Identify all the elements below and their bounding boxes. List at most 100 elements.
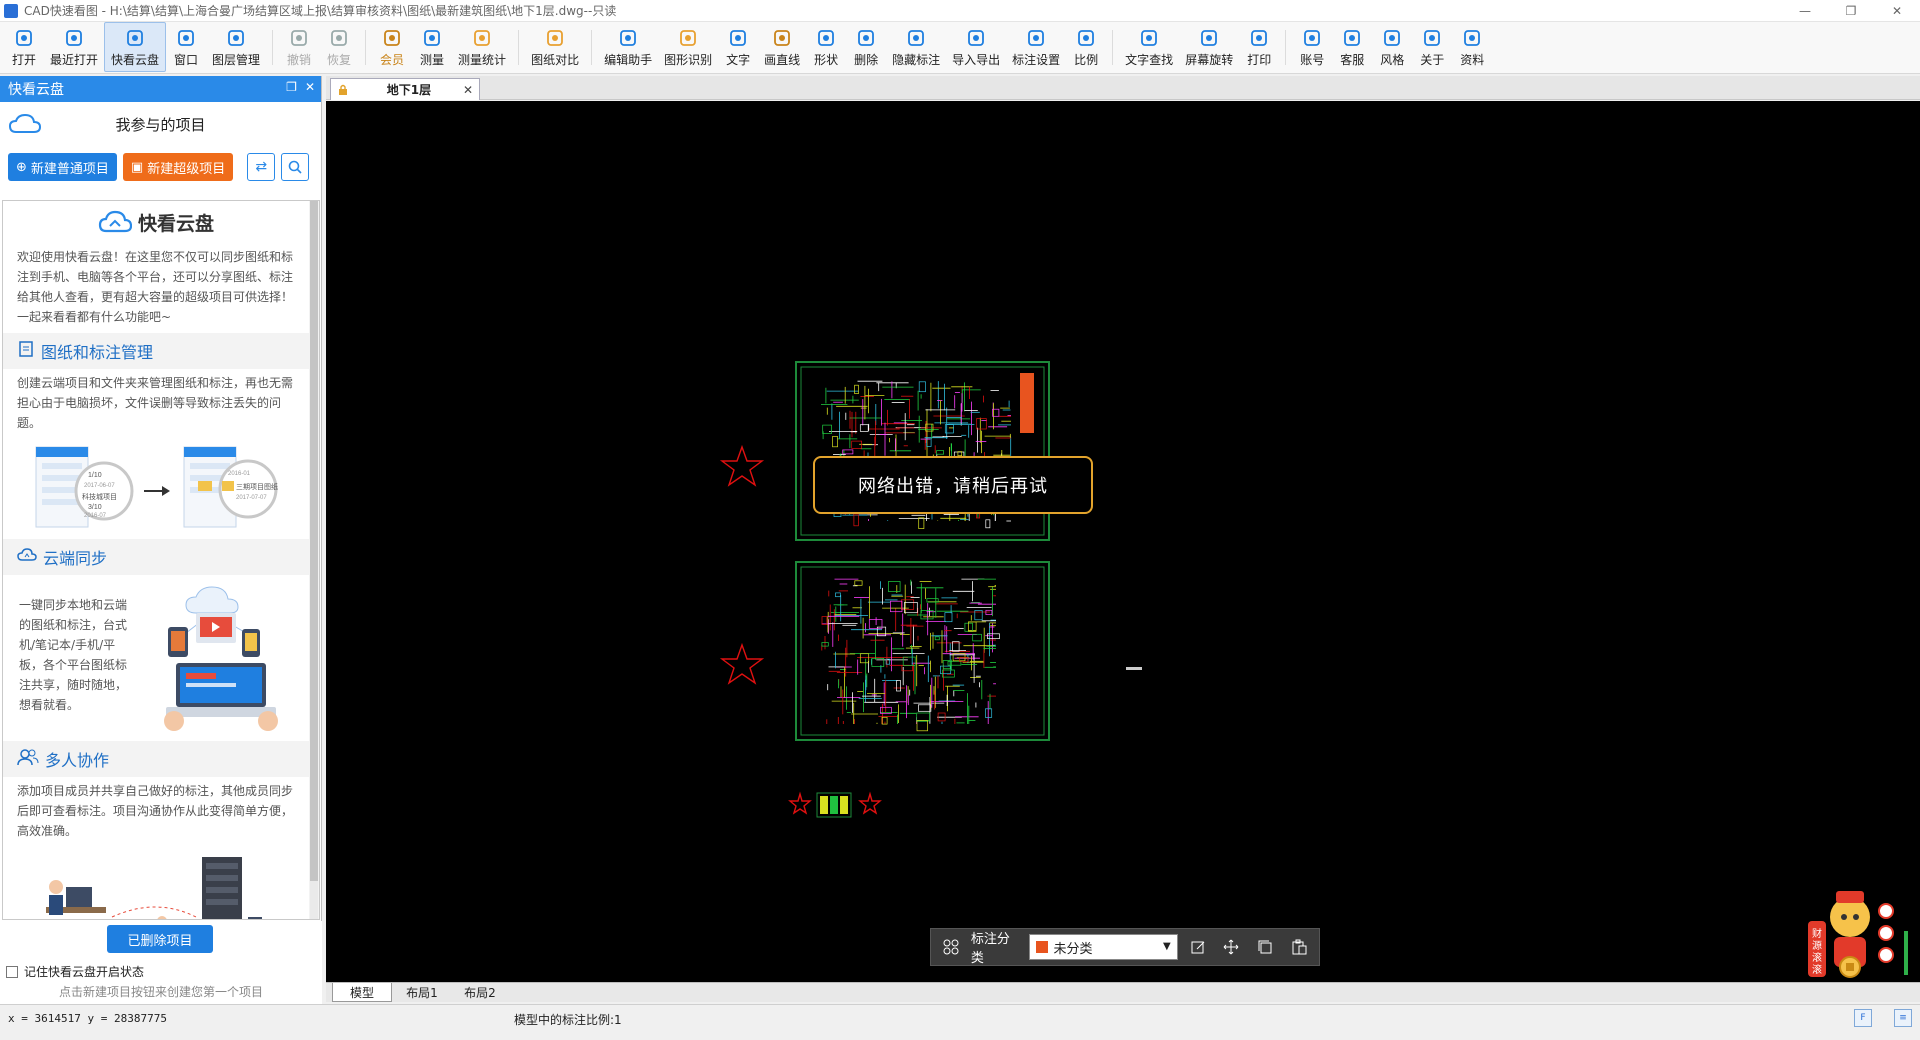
cloud-panel-scrollbar[interactable]: [310, 201, 318, 919]
toolbar-button-info[interactable]: 关于: [1412, 22, 1452, 72]
toolbar-button-shape[interactable]: 形状: [806, 22, 846, 72]
shape-recognition-icon: [677, 27, 699, 49]
toolbar-button-import-export[interactable]: 导入导出: [946, 22, 1006, 72]
collaboration-illustration: [3, 847, 309, 919]
toolbar-button-window[interactable]: 窗口: [166, 22, 206, 72]
small-label-mark: [1126, 667, 1142, 670]
close-icon[interactable]: ✕: [1874, 0, 1920, 22]
title-bar: CAD快速看图 - H:\结算\结算\上海合曼广场结算区域上报\结算审核资料\图…: [0, 0, 1920, 22]
toolbar-label: 形状: [814, 52, 839, 67]
toolbar-button-annotation-settings[interactable]: 标注设置: [1006, 22, 1066, 72]
toolbar-button-vip[interactable]: 会员: [372, 22, 412, 72]
illustration-label: 2016-07: [84, 513, 107, 519]
copy-icon[interactable]: [1251, 933, 1279, 961]
move-icon[interactable]: [1218, 933, 1246, 961]
materials-icon: [1461, 27, 1483, 49]
window-controls: — ❐ ✕: [1782, 0, 1920, 22]
restore-panel-icon[interactable]: ❐: [286, 80, 297, 94]
toolbar-button-style[interactable]: 风格: [1372, 22, 1412, 72]
toolbar-button-eraser[interactable]: 删除: [846, 22, 886, 72]
undo-icon: [288, 27, 310, 49]
scale-icon: [1075, 27, 1097, 49]
search-button[interactable]: [281, 153, 310, 181]
plus-circle-icon: ⊕: [16, 159, 27, 175]
toolbar-button-layers[interactable]: 图层管理: [206, 22, 266, 72]
remember-state-checkbox[interactable]: 记住快看云盘开启状态: [6, 963, 144, 980]
toolbar-separator: [591, 30, 593, 65]
cloud-brand-title: 快看云盘: [137, 212, 214, 235]
cloud-panel-header: 快看云盘 ❐ ✕: [0, 76, 321, 102]
projects-header[interactable]: 我参与的项目: [0, 102, 321, 146]
close-panel-icon[interactable]: ✕: [305, 80, 315, 94]
minimize-icon[interactable]: —: [1782, 0, 1828, 22]
layout-toggle-icon[interactable]: ≡: [1894, 1009, 1912, 1027]
create-project-hint: 点击新建项目按钮来创建您第一个项目: [58, 985, 263, 999]
paste-icon[interactable]: [1285, 933, 1313, 961]
cloud-intro-content[interactable]: 快看云盘 欢迎使用快看云盘！在这里您不仅可以同步图纸和标注到手机、电脑等各个平台…: [2, 200, 320, 920]
edit-assistant-icon: [617, 27, 639, 49]
tab-layout1[interactable]: 布局1: [394, 983, 450, 1002]
close-tab-icon[interactable]: ✕: [463, 83, 473, 97]
annotation-settings-icon: [1025, 27, 1047, 49]
toolbar-label: 窗口: [174, 52, 199, 67]
headset-icon: [1341, 27, 1363, 49]
toolbar-button-print[interactable]: 打印: [1239, 22, 1279, 72]
maximize-icon[interactable]: ❐: [1828, 0, 1874, 22]
eraser-icon: [855, 27, 877, 49]
toolbar-separator: [272, 30, 274, 65]
illustration-label: 科技城项目: [82, 492, 117, 501]
deleted-projects-button[interactable]: 已删除项目: [107, 925, 213, 953]
chevron-down-icon: ▼: [1163, 941, 1171, 952]
tab-layout2[interactable]: 布局2: [452, 983, 508, 1002]
toolbar-button-scale[interactable]: 比例: [1066, 22, 1106, 72]
edit-annotation-icon[interactable]: [1184, 933, 1212, 961]
tab-model[interactable]: 模型: [332, 983, 392, 1002]
toolbar-button-line[interactable]: 画直线: [758, 22, 806, 72]
checkbox-box[interactable]: [6, 965, 18, 978]
toolbar-button-history[interactable]: 最近打开: [44, 22, 104, 72]
toolbar-button-headset[interactable]: 客服: [1332, 22, 1372, 72]
import-export-icon: [965, 27, 987, 49]
toolbar-button-folder-open[interactable]: 打开: [4, 22, 44, 72]
toolbar-label: 最近打开: [50, 52, 99, 67]
document-tab[interactable]: 地下1层 ✕: [330, 78, 480, 100]
sync-button[interactable]: ⇄: [247, 153, 276, 181]
annotation-category-select[interactable]: 未分类 ▼: [1028, 934, 1178, 960]
my-projects-label: 我参与的项目: [115, 115, 206, 134]
annotation-scale-readout: 模型中的标注比例:1: [514, 1013, 622, 1027]
illustration-label: 2016-01: [228, 471, 251, 477]
annotation-category-label: 标注分类: [970, 932, 1010, 966]
new-super-project-button[interactable]: ▣ 新建超级项目: [122, 153, 234, 181]
toolbar-button-undo[interactable]: 撤销: [279, 22, 319, 72]
toolbar-button-account[interactable]: 账号: [1292, 22, 1332, 72]
toolbar-label: 画直线: [764, 52, 801, 67]
toolbar-button-materials[interactable]: 资料: [1452, 22, 1492, 72]
drawing-canvas[interactable]: 网络出错，请稍后再试 标注分类 未分类 ▼ 财 源 滚 滚: [326, 101, 1920, 982]
new-normal-project-button[interactable]: ⊕ 新建普通项目: [8, 153, 117, 181]
toolbar-button-compare[interactable]: 图纸对比: [525, 22, 585, 72]
grid-icon[interactable]: [937, 933, 965, 961]
toolbar-button-measure[interactable]: 测量: [412, 22, 452, 72]
toolbar-button-text[interactable]: 文字: [718, 22, 758, 72]
annotation-toolbar: 标注分类 未分类 ▼: [930, 928, 1320, 966]
cloud-intro-text: 欢迎使用快看云盘！在这里您不仅可以同步图纸和标注到手机、电脑等各个平台，还可以分…: [3, 243, 309, 333]
info-icon: [1421, 27, 1443, 49]
toolbar-button-redo[interactable]: 恢复: [319, 22, 359, 72]
toolbar-button-cloud[interactable]: 快看云盘: [104, 22, 167, 72]
illustration-label: 2017-07-07: [236, 495, 267, 501]
toolbar-button-text-search[interactable]: 文字查找: [1119, 22, 1179, 72]
toolbar-label: 文字: [726, 52, 751, 67]
toolbar-button-edit-assistant[interactable]: 编辑助手: [598, 22, 658, 72]
cloud-panel-footer: 已删除项目 记住快看云盘开启状态 点击新建项目按钮来创建您第一个项目: [0, 921, 322, 1004]
toolbar-label: 编辑助手: [604, 52, 653, 67]
toolbar-button-measure-stats[interactable]: 测量统计: [452, 22, 512, 72]
toolbar-button-shape-recognition[interactable]: 图形识别: [658, 22, 718, 72]
search-icon: [288, 160, 302, 174]
scrollbar-thumb[interactable]: [310, 201, 318, 881]
snap-toggle-icon[interactable]: F: [1854, 1009, 1872, 1027]
document-management-icon: [17, 340, 35, 362]
toolbar-button-hide-annotation[interactable]: 隐藏标注: [886, 22, 946, 72]
layout-tabs: 模型 布局1 布局2: [326, 982, 1920, 1002]
toolbar-button-rotate-screen[interactable]: 屏幕旋转: [1179, 22, 1239, 72]
toolbar-label: 打开: [11, 52, 36, 67]
